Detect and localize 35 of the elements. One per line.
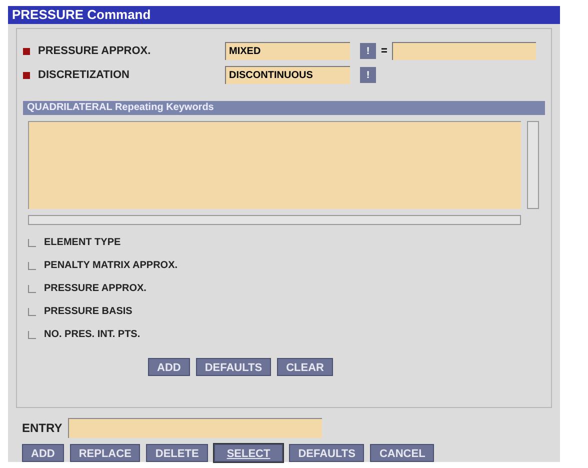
checkbox[interactable] <box>28 330 36 338</box>
section-button[interactable]: DEFAULTS <box>196 358 272 376</box>
equals-sign: = <box>381 44 388 59</box>
checkbox[interactable] <box>28 284 36 292</box>
checkbox[interactable] <box>28 238 36 246</box>
field-label: DISCRETIZATION <box>38 68 130 83</box>
vertical-scrollbar[interactable] <box>527 121 539 209</box>
field-label: PRESSURE APPROX. <box>38 44 152 59</box>
action-button[interactable]: SELECT <box>214 444 284 462</box>
help-button[interactable]: ! <box>360 43 376 59</box>
value-field[interactable]: DISCONTINUOUS <box>225 66 350 84</box>
action-button[interactable]: DELETE <box>146 444 208 462</box>
entry-field[interactable] <box>68 418 322 438</box>
option-label: NO. PRES. INT. PTS. <box>44 328 140 342</box>
checkbox[interactable] <box>28 308 36 316</box>
option-label: ELEMENT TYPE <box>44 236 121 250</box>
window-title: PRESSURE Command <box>8 6 560 24</box>
value-field[interactable] <box>392 42 536 60</box>
help-button[interactable]: ! <box>360 67 376 83</box>
section-button[interactable]: ADD <box>148 358 190 376</box>
action-button[interactable]: CANCEL <box>370 444 434 462</box>
horizontal-scrollbar[interactable] <box>28 215 521 225</box>
section-button[interactable]: CLEAR <box>277 358 333 376</box>
section-header: QUADRILATERAL Repeating Keywords <box>23 101 545 115</box>
action-button[interactable]: REPLACE <box>70 444 140 462</box>
value-field[interactable]: MIXED <box>225 42 350 60</box>
option-label: PRESSURE APPROX. <box>44 282 146 296</box>
checkbox[interactable] <box>28 262 36 270</box>
action-button[interactable]: DEFAULTS <box>289 444 364 462</box>
required-marker-icon <box>23 72 30 78</box>
entry-label: ENTRY <box>22 420 62 437</box>
required-marker-icon <box>23 48 30 54</box>
option-label: PRESSURE BASIS <box>44 305 132 319</box>
option-label: PENALTY MATRIX APPROX. <box>44 259 178 273</box>
action-button[interactable]: ADD <box>22 444 64 462</box>
